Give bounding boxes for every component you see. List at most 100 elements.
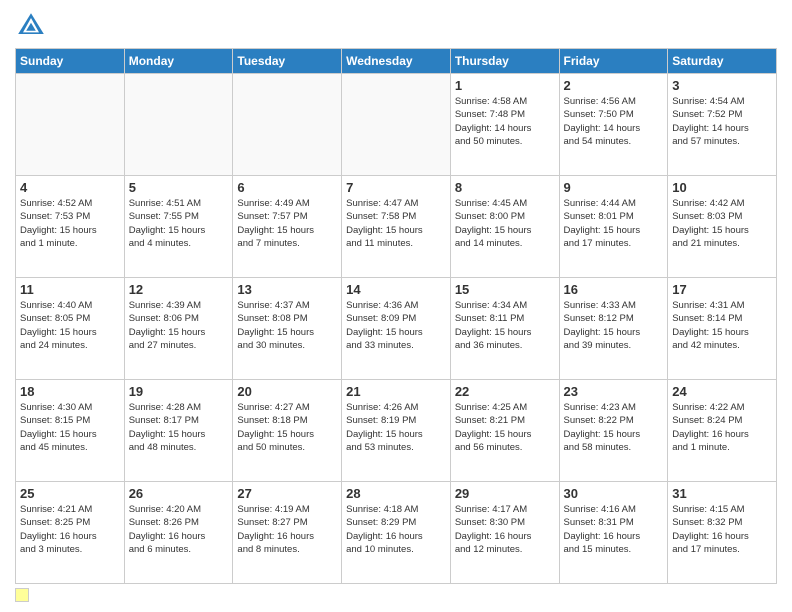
calendar-day-cell: 10Sunrise: 4:42 AM Sunset: 8:03 PM Dayli…: [668, 176, 777, 278]
calendar-day-cell: 20Sunrise: 4:27 AM Sunset: 8:18 PM Dayli…: [233, 380, 342, 482]
day-number: 8: [455, 180, 555, 195]
day-number: 16: [564, 282, 664, 297]
calendar-day-cell: 5 Sunrise: 4:51 AM Sunset: 7:55 PM Daylig…: [124, 176, 233, 278]
calendar-day-cell: 31 Sunrise: 4:15 AM Sunset: 8:32 PM Dayli…: [668, 482, 777, 584]
day-number: 6: [237, 180, 337, 195]
calendar-day-cell: 12 Sunrise: 4:39 AM Sunset: 8:06 PM Dayli…: [124, 278, 233, 380]
day-number: 17: [672, 282, 772, 297]
day-number: 15: [455, 282, 555, 297]
calendar-day-cell: 17 Sunrise: 4:31 AM Sunset: 8:14 PM Dayli…: [668, 278, 777, 380]
calendar-day-cell: 27Sunrise: 4:19 AM Sunset: 8:27 PM Dayli…: [233, 482, 342, 584]
calendar-day-cell: 18 Sunrise: 4:30 AM Sunset: 8:15 PM Dayli…: [16, 380, 125, 482]
header: [15, 10, 777, 42]
day-info: Sunrise: 4:22 AM Sunset: 8:24 PM Dayligh…: [672, 401, 772, 454]
day-number: 25: [20, 486, 120, 501]
day-info: Sunrise: 4:26 AM Sunset: 8:19 PM Dayligh…: [346, 401, 446, 454]
day-number: 31: [672, 486, 772, 501]
day-info: Sunrise: 4:44 AM Sunset: 8:01 PM Dayligh…: [564, 197, 664, 250]
logo-icon: [15, 10, 47, 42]
day-number: 24: [672, 384, 772, 399]
day-info: Sunrise: 4:54 AM Sunset: 7:52 PM Dayligh…: [672, 95, 772, 148]
daylight-box: [15, 588, 29, 602]
day-info: Sunrise: 4:30 AM Sunset: 8:15 PM Dayligh…: [20, 401, 120, 454]
logo: [15, 10, 51, 42]
day-number: 18: [20, 384, 120, 399]
day-info: Sunrise: 4:45 AM Sunset: 8:00 PM Dayligh…: [455, 197, 555, 250]
day-info: Sunrise: 4:40 AM Sunset: 8:05 PM Dayligh…: [20, 299, 120, 352]
calendar-day-header: Tuesday: [233, 49, 342, 74]
day-info: Sunrise: 4:17 AM Sunset: 8:30 PM Dayligh…: [455, 503, 555, 556]
calendar-day-cell: 15 Sunrise: 4:34 AM Sunset: 8:11 PM Dayli…: [450, 278, 559, 380]
calendar-day-header: Monday: [124, 49, 233, 74]
calendar-day-cell: 14 Sunrise: 4:36 AM Sunset: 8:09 PM Dayli…: [342, 278, 451, 380]
day-info: Sunrise: 4:49 AM Sunset: 7:57 PM Dayligh…: [237, 197, 337, 250]
calendar-table: SundayMondayTuesdayWednesdayThursdayFrid…: [15, 48, 777, 584]
day-info: Sunrise: 4:28 AM Sunset: 8:17 PM Dayligh…: [129, 401, 229, 454]
day-number: 21: [346, 384, 446, 399]
day-info: Sunrise: 4:31 AM Sunset: 8:14 PM Dayligh…: [672, 299, 772, 352]
calendar-day-cell: [342, 74, 451, 176]
day-info: Sunrise: 4:58 AM Sunset: 7:48 PM Dayligh…: [455, 95, 555, 148]
calendar-day-cell: 28Sunrise: 4:18 AM Sunset: 8:29 PM Dayli…: [342, 482, 451, 584]
day-info: Sunrise: 4:23 AM Sunset: 8:22 PM Dayligh…: [564, 401, 664, 454]
day-info: Sunrise: 4:51 AM Sunset: 7:55 PM Dayligh…: [129, 197, 229, 250]
day-number: 5: [129, 180, 229, 195]
day-info: Sunrise: 4:21 AM Sunset: 8:25 PM Dayligh…: [20, 503, 120, 556]
calendar-day-cell: [124, 74, 233, 176]
calendar-day-cell: 2 Sunrise: 4:56 AM Sunset: 7:50 PM Daylig…: [559, 74, 668, 176]
day-number: 26: [129, 486, 229, 501]
day-number: 1: [455, 78, 555, 93]
day-number: 20: [237, 384, 337, 399]
day-number: 29: [455, 486, 555, 501]
day-number: 2: [564, 78, 664, 93]
day-info: Sunrise: 4:25 AM Sunset: 8:21 PM Dayligh…: [455, 401, 555, 454]
calendar-day-cell: [16, 74, 125, 176]
calendar-day-header: Thursday: [450, 49, 559, 74]
day-info: Sunrise: 4:34 AM Sunset: 8:11 PM Dayligh…: [455, 299, 555, 352]
day-number: 10: [672, 180, 772, 195]
calendar-day-cell: 11 Sunrise: 4:40 AM Sunset: 8:05 PM Dayli…: [16, 278, 125, 380]
day-info: Sunrise: 4:18 AM Sunset: 8:29 PM Dayligh…: [346, 503, 446, 556]
day-number: 11: [20, 282, 120, 297]
day-number: 12: [129, 282, 229, 297]
calendar-week-row: 18 Sunrise: 4:30 AM Sunset: 8:15 PM Dayli…: [16, 380, 777, 482]
day-number: 30: [564, 486, 664, 501]
day-number: 4: [20, 180, 120, 195]
calendar-day-cell: 6 Sunrise: 4:49 AM Sunset: 7:57 PM Daylig…: [233, 176, 342, 278]
calendar-day-cell: 25 Sunrise: 4:21 AM Sunset: 8:25 PM Dayli…: [16, 482, 125, 584]
calendar-day-cell: 8 Sunrise: 4:45 AM Sunset: 8:00 PM Daylig…: [450, 176, 559, 278]
day-info: Sunrise: 4:19 AM Sunset: 8:27 PM Dayligh…: [237, 503, 337, 556]
calendar-day-header: Sunday: [16, 49, 125, 74]
footer: [15, 588, 777, 602]
calendar-day-header: Friday: [559, 49, 668, 74]
calendar-day-cell: 9 Sunrise: 4:44 AM Sunset: 8:01 PM Daylig…: [559, 176, 668, 278]
day-number: 19: [129, 384, 229, 399]
day-number: 22: [455, 384, 555, 399]
calendar-day-cell: 24 Sunrise: 4:22 AM Sunset: 8:24 PM Dayli…: [668, 380, 777, 482]
day-number: 14: [346, 282, 446, 297]
day-info: Sunrise: 4:39 AM Sunset: 8:06 PM Dayligh…: [129, 299, 229, 352]
calendar-day-header: Saturday: [668, 49, 777, 74]
calendar-week-row: 4 Sunrise: 4:52 AM Sunset: 7:53 PM Daylig…: [16, 176, 777, 278]
day-number: 7: [346, 180, 446, 195]
calendar-day-cell: 21 Sunrise: 4:26 AM Sunset: 8:19 PM Dayli…: [342, 380, 451, 482]
day-info: Sunrise: 4:47 AM Sunset: 7:58 PM Dayligh…: [346, 197, 446, 250]
calendar-header-row: SundayMondayTuesdayWednesdayThursdayFrid…: [16, 49, 777, 74]
calendar-day-cell: [233, 74, 342, 176]
calendar-day-cell: 19 Sunrise: 4:28 AM Sunset: 8:17 PM Dayli…: [124, 380, 233, 482]
day-info: Sunrise: 4:15 AM Sunset: 8:32 PM Dayligh…: [672, 503, 772, 556]
calendar-day-cell: 26Sunrise: 4:20 AM Sunset: 8:26 PM Dayli…: [124, 482, 233, 584]
day-number: 3: [672, 78, 772, 93]
day-info: Sunrise: 4:56 AM Sunset: 7:50 PM Dayligh…: [564, 95, 664, 148]
calendar-week-row: 11 Sunrise: 4:40 AM Sunset: 8:05 PM Dayli…: [16, 278, 777, 380]
day-info: Sunrise: 4:33 AM Sunset: 8:12 PM Dayligh…: [564, 299, 664, 352]
calendar-week-row: 1 Sunrise: 4:58 AM Sunset: 7:48 PM Daylig…: [16, 74, 777, 176]
calendar-day-cell: 7 Sunrise: 4:47 AM Sunset: 7:58 PM Daylig…: [342, 176, 451, 278]
day-info: Sunrise: 4:36 AM Sunset: 8:09 PM Dayligh…: [346, 299, 446, 352]
calendar-day-cell: 4 Sunrise: 4:52 AM Sunset: 7:53 PM Daylig…: [16, 176, 125, 278]
day-info: Sunrise: 4:52 AM Sunset: 7:53 PM Dayligh…: [20, 197, 120, 250]
day-number: 9: [564, 180, 664, 195]
calendar-day-cell: 1 Sunrise: 4:58 AM Sunset: 7:48 PM Daylig…: [450, 74, 559, 176]
calendar-day-cell: 29 Sunrise: 4:17 AM Sunset: 8:30 PM Dayli…: [450, 482, 559, 584]
calendar-day-cell: 13Sunrise: 4:37 AM Sunset: 8:08 PM Dayli…: [233, 278, 342, 380]
